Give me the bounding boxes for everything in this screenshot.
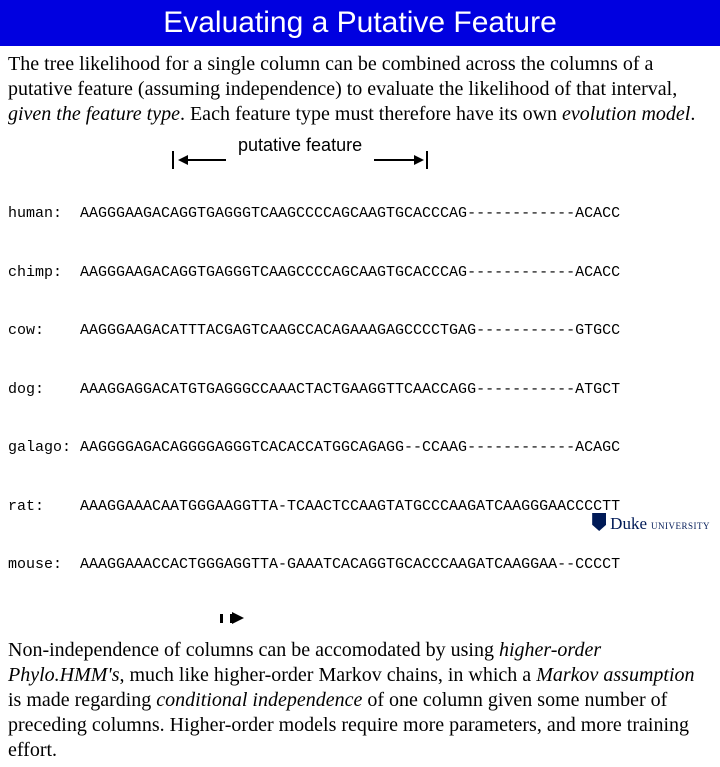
feature-indicator: putative feature [0,135,720,161]
logo-university: UNIVERSITY [651,521,710,531]
feature-label: putative feature [238,135,362,156]
column-arrow-stem [220,614,223,623]
para1-t2: given the feature type [8,103,180,125]
intro-paragraph: The tree likelihood for a single column … [0,46,720,131]
msa-row: galago:AAGGGGAGACAGGGGAGGGTCACACCATGGCAG… [8,438,712,458]
feature-arrow-right-icon [414,155,424,165]
logo-name: Duke [610,514,647,534]
sequence: AAGGGAAGACAGGTGAGGGTCAAGCCCCAGCAAGTGCACC… [80,204,620,224]
msa-row: mouse:AAAGGAAACCACTGGGAGGTTA-GAAATCACAGG… [8,555,712,575]
para1-t3: . Each feature type must therefore have … [180,103,562,125]
species-label: mouse: [8,555,80,575]
species-label: rat: [8,497,80,517]
para2-t4: Markov assumption [536,664,694,686]
sequence: AAAGGAAACCACTGGGAGGTTA-GAAATCACAGGTGCACC… [80,555,620,575]
sequence: AAAGGAAACAATGGGAAGGTTA-TCAACTCCAAGTATGCC… [80,497,620,517]
alignment-block: human:AAGGGAAGACAGGTGAGGGTCAAGCCCCAGCAAG… [0,163,720,614]
column-step-arrow [0,614,720,632]
duke-logo: Duke UNIVERSITY [592,511,710,534]
slide-title-bar: Evaluating a Putative Feature [0,0,720,46]
msa-row: chimp:AAGGGAAGACAGGTGAGGGTCAAGCCCCAGCAAG… [8,263,712,283]
slide-title: Evaluating a Putative Feature [163,6,557,39]
species-label: cow: [8,321,80,341]
para1-t4: evolution model [562,103,690,125]
sequence: AAAGGAGGACATGTGAGGGCCAAACTACTGAAGGTTCAAC… [80,380,620,400]
column-arrow-right-icon [232,612,244,624]
species-label: chimp: [8,263,80,283]
feature-line-left [186,159,226,161]
feature-region: putative feature human:AAGGGAAGACAGGTGAG… [0,135,720,632]
species-label: galago: [8,438,80,458]
sequence: AAGGGAAGACATTTACGAGTCAAGCCACAGAAAGAGCCCC… [80,321,620,341]
para1-t5: . [690,103,695,125]
shield-icon [592,513,606,531]
msa-row: dog:AAAGGAGGACATGTGAGGGCCAAACTACTGAAGGTT… [8,380,712,400]
para2-t6: conditional independence [156,689,362,711]
sequence: AAGGGGAGACAGGGGAGGGTCACACCATGGCAGAGG--CC… [80,438,620,458]
species-label: dog: [8,380,80,400]
sequence: AAGGGAAGACAGGTGAGGGTCAAGCCCCAGCAAGTGCACC… [80,263,620,283]
msa-row: human:AAGGGAAGACAGGTGAGGGTCAAGCCCCAGCAAG… [8,204,712,224]
feature-bracket-right-tick [426,151,428,169]
para2-t5: is made regarding [8,689,156,711]
para2-t3: , much like higher-order Markov chains, … [119,664,536,686]
para1-t1: The tree likelihood for a single column … [8,53,677,100]
species-label: human: [8,204,80,224]
feature-bracket-left-tick [172,151,174,169]
feature-line-right [374,159,416,161]
para2-t1: Non-independence of columns can be accom… [8,639,499,661]
msa-row: cow:AAGGGAAGACATTTACGAGTCAAGCCACAGAAAGAG… [8,321,712,341]
closing-paragraph: Non-independence of columns can be accom… [0,632,720,767]
